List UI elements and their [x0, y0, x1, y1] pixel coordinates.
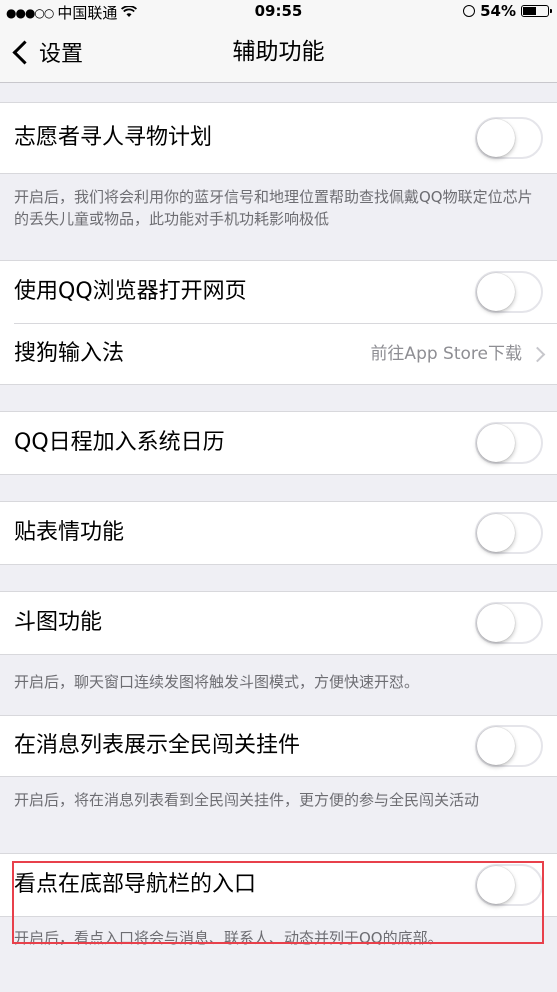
- cell-label: 使用QQ浏览器打开网页: [14, 279, 247, 304]
- cell-label: 搜狗输入法: [14, 341, 125, 366]
- toggle-knob: [477, 424, 515, 462]
- toggle-sticker[interactable]: [475, 512, 543, 554]
- desc-volunteer: 开启后，我们将会利用你的蓝牙信号和地理位置帮助查找佩戴QQ物联定位芯片的丢失儿童…: [14, 188, 533, 228]
- cell-volunteer: 志愿者寻人寻物计划: [0, 102, 557, 174]
- cell-label: QQ日程加入系统日历: [14, 430, 225, 455]
- cell-calendar: QQ日程加入系统日历: [0, 411, 557, 475]
- cell-sticker: 贴表情功能: [0, 501, 557, 565]
- status-bar: ●●●○○ 中国联通 09:55 54%: [0, 0, 557, 22]
- cell-label: 斗图功能: [14, 610, 103, 635]
- toggle-knob: [477, 119, 515, 157]
- toggle-game-widget[interactable]: [475, 725, 543, 767]
- cell-kandian: 看点在底部导航栏的入口: [0, 853, 557, 917]
- cell-label: 看点在底部导航栏的入口: [14, 872, 257, 897]
- group-browser-input: 使用QQ浏览器打开网页 搜狗输入法 前往App Store下载: [0, 260, 557, 385]
- battery-icon: [521, 5, 552, 17]
- status-right: 54%: [463, 2, 552, 20]
- page-title: 辅助功能: [232, 39, 325, 65]
- toggle-knob: [477, 727, 515, 765]
- desc-kandian: 开启后，看点入口将会与消息、联系人、动态并列于QQ的底部。: [14, 929, 443, 947]
- cell-label: 志愿者寻人寻物计划: [14, 125, 213, 150]
- cell-label: 贴表情功能: [14, 520, 125, 545]
- cell-sogou[interactable]: 搜狗输入法 前往App Store下载: [0, 324, 557, 384]
- orientation-lock-icon: [463, 5, 476, 17]
- chevron-right-icon: [529, 346, 546, 362]
- toggle-volunteer[interactable]: [475, 117, 543, 159]
- toggle-kandian[interactable]: [475, 864, 543, 906]
- battery-fill: [523, 7, 536, 15]
- toggle-knob: [477, 604, 515, 642]
- settings-list: 志愿者寻人寻物计划 开启后，我们将会利用你的蓝牙信号和地理位置帮助查找佩戴QQ物…: [0, 83, 557, 961]
- desc-game-widget: 开启后，将在消息列表看到全民闯关挂件，更方便的参与全民闯关活动: [14, 791, 480, 809]
- toggle-calendar[interactable]: [475, 422, 543, 464]
- cell-label: 在消息列表展示全民闯关挂件: [14, 733, 301, 758]
- toggle-doutu[interactable]: [475, 602, 543, 644]
- cell-game-widget: 在消息列表展示全民闯关挂件: [0, 715, 557, 777]
- toggle-knob: [477, 514, 515, 552]
- toggle-qq-browser[interactable]: [475, 271, 543, 313]
- cell-qq-browser: 使用QQ浏览器打开网页: [0, 261, 557, 323]
- sogou-detail: 前往App Store下载: [370, 324, 546, 384]
- cell-doutu: 斗图功能: [0, 591, 557, 655]
- battery-percent: 54%: [480, 2, 516, 20]
- navigation-bar: 设置 辅助功能: [0, 22, 557, 83]
- detail-text: 前往App Store下载: [370, 344, 522, 364]
- desc-doutu: 开启后，聊天窗口连续发图将触发斗图模式，方便快速开怼。: [14, 673, 420, 691]
- toggle-knob: [477, 866, 515, 904]
- toggle-knob: [477, 273, 515, 311]
